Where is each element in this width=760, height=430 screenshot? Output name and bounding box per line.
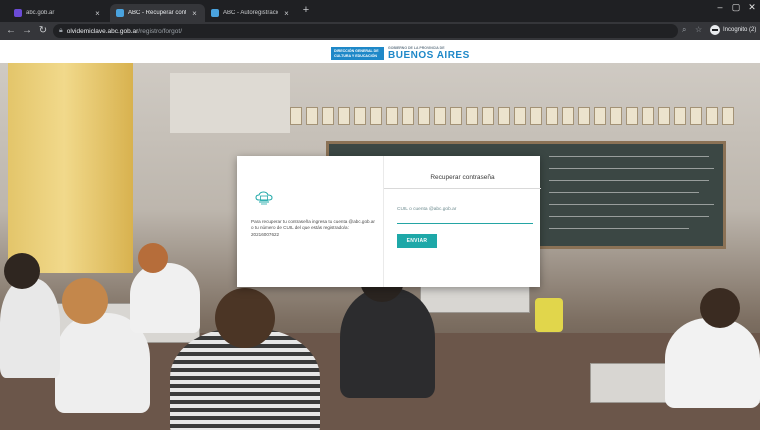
- address-path: /registro/forgot/: [138, 27, 182, 35]
- recover-password-dialog: Para recuperar tu contraseña ingresa tu …: [237, 156, 541, 287]
- dialog-form-panel: Recuperar contraseña CUIL o cuenta @abc.…: [383, 156, 541, 287]
- student-figure: [665, 318, 760, 408]
- abc-favicon-icon: [116, 9, 124, 17]
- student-head: [4, 253, 40, 289]
- minimize-icon[interactable]: –: [712, 2, 728, 12]
- student-desk: [420, 283, 530, 313]
- tab-title: abc.gob.ar: [26, 10, 55, 16]
- tab-title: ABC - Recuperar contraseña: [128, 10, 186, 16]
- close-window-icon[interactable]: ✕: [744, 2, 760, 13]
- tab-close-icon[interactable]: ×: [93, 9, 102, 18]
- student-figure: [340, 288, 435, 398]
- dialog-divider: [384, 188, 541, 189]
- student-head: [138, 243, 168, 273]
- dialog-info-panel: Para recuperar tu contraseña ingresa tu …: [237, 156, 383, 287]
- incognito-label: Incognito (2): [723, 27, 757, 33]
- student-figure: [0, 278, 60, 378]
- logo-buenos-aires: BUENOS AIRES: [388, 50, 470, 61]
- abc-favicon-icon: [14, 9, 22, 17]
- back-arrow-icon[interactable]: ←: [4, 24, 18, 38]
- dialog-instructions: Para recuperar tu contraseña ingresa tu …: [251, 219, 375, 237]
- tab-title: ABC - Autoregistración: [223, 10, 278, 16]
- incognito-icon: [710, 25, 720, 35]
- dialog-title: Recuperar contraseña: [430, 174, 495, 181]
- browser-tab-recuperar[interactable]: ABC - Recuperar contraseña ×: [110, 4, 205, 22]
- student-head: [215, 288, 275, 348]
- new-tab-button[interactable]: +: [299, 3, 313, 17]
- tab-close-icon[interactable]: ×: [282, 9, 291, 18]
- abc-favicon-icon: [211, 9, 219, 17]
- cuil-field-label: CUIL o cuenta @abc.gob.ar: [397, 207, 457, 212]
- student-figure: [130, 263, 200, 333]
- web-page: DIRECCIÓN GENERAL DE CULTURA Y EDUCACIÓN…: [0, 40, 760, 430]
- site-header: DIRECCIÓN GENERAL DE CULTURA Y EDUCACIÓN…: [0, 40, 760, 63]
- address-bar[interactable]: 🔒︎ olvidemiclave.abc.gob.ar /registro/fo…: [53, 24, 678, 38]
- send-button[interactable]: ENVIAR: [397, 234, 437, 248]
- bookmark-star-icon[interactable]: ☆: [695, 25, 702, 34]
- student-head: [62, 278, 108, 324]
- tab-close-icon[interactable]: ×: [190, 9, 199, 18]
- hanging-posters: [290, 107, 750, 135]
- browser-tab-bar: abc.gob.ar × ABC - Recuperar contraseña …: [0, 0, 760, 22]
- lock-icon: 🔒︎: [59, 27, 63, 34]
- address-host: olvidemiclave.abc.gob.ar: [66, 27, 139, 35]
- trash-bin: [535, 298, 563, 332]
- reload-icon[interactable]: ↻: [36, 24, 50, 38]
- dgce-logo[interactable]: DIRECCIÓN GENERAL DE CULTURA Y EDUCACIÓN: [331, 47, 384, 60]
- forward-arrow-icon[interactable]: →: [20, 24, 34, 38]
- student-head: [700, 288, 740, 328]
- cuil-account-input[interactable]: [397, 214, 533, 224]
- wall-panel: [170, 73, 290, 133]
- maximize-icon[interactable]: ▢: [728, 2, 744, 13]
- window-curtain: [8, 63, 133, 273]
- cloud-computer-icon: [255, 191, 273, 205]
- browser-tab-abc[interactable]: abc.gob.ar ×: [8, 4, 108, 22]
- browser-toolbar: ← → ↻ 🔒︎ olvidemiclave.abc.gob.ar /regis…: [0, 22, 760, 40]
- zoom-search-icon[interactable]: ⌕: [682, 25, 686, 35]
- incognito-indicator[interactable]: Incognito (2): [710, 25, 756, 35]
- browser-tab-autoregistracion[interactable]: ABC - Autoregistración ×: [205, 4, 297, 22]
